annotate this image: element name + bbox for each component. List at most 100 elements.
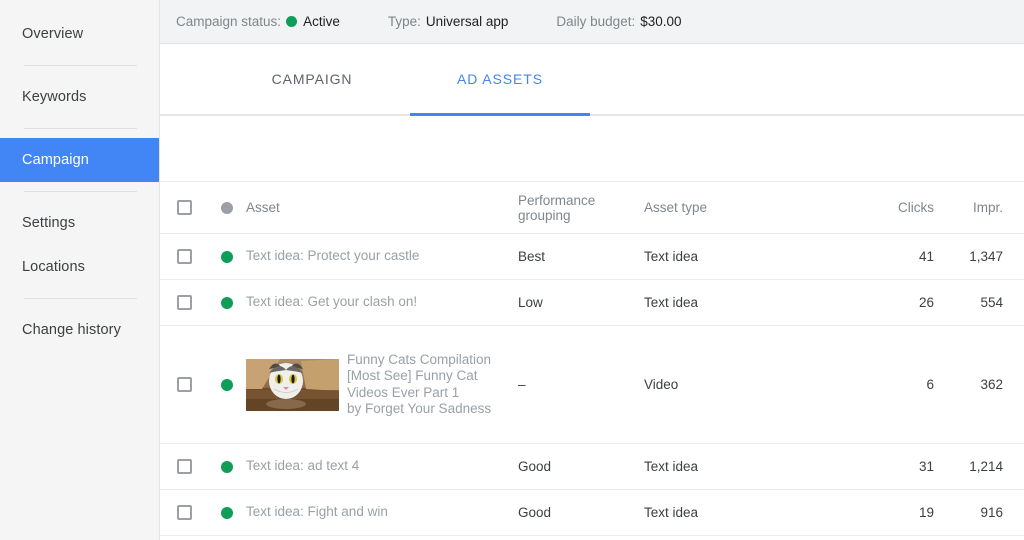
row-asset-cell: Text idea: ad text 4	[246, 458, 518, 475]
sidebar-item-label: Settings	[22, 215, 75, 231]
row-status-cell	[208, 379, 246, 391]
campaign-type-label: Type:	[388, 14, 421, 29]
header-clicks[interactable]: Clicks	[832, 200, 934, 215]
row-clicks: 41	[832, 249, 934, 264]
status-enabled-dot-icon	[221, 297, 233, 309]
status-enabled-dot-icon	[221, 461, 233, 473]
header-impressions[interactable]: Impr.	[934, 200, 1024, 215]
status-dot-icon	[221, 202, 233, 214]
row-asset-type: Text idea	[644, 295, 832, 310]
campaign-type-value: Universal app	[426, 14, 509, 29]
row-impressions: 362	[934, 377, 1024, 392]
status-enabled-dot-icon	[221, 379, 233, 391]
sidebar-item-locations[interactable]: Locations	[0, 245, 159, 289]
sidebar-item-label: Keywords	[22, 89, 86, 105]
row-asset-cell: Text idea: Fight and win	[246, 504, 518, 521]
video-thumbnail[interactable]	[246, 359, 339, 411]
sidebar-item-campaign[interactable]: Campaign	[0, 138, 159, 182]
tab-ad-assets[interactable]: AD ASSETS	[410, 44, 590, 114]
row-checkbox[interactable]	[177, 249, 192, 264]
row-performance-grouping: Good	[518, 459, 644, 474]
row-status-cell	[208, 297, 246, 309]
select-all-cell	[160, 200, 208, 215]
campaign-status-label: Campaign status:	[176, 14, 281, 29]
sidebar-divider	[24, 128, 137, 129]
row-asset-label: Text idea: Fight and win	[246, 504, 388, 521]
row-performance-grouping: Best	[518, 249, 644, 264]
row-asset-label: Funny Cats Compilation [Most See] Funny …	[347, 352, 510, 418]
sidebar-divider	[24, 65, 137, 66]
sidebar-divider	[24, 298, 137, 299]
header-status-cell	[208, 202, 246, 214]
tab-campaign-label: CAMPAIGN	[272, 71, 353, 87]
row-asset-title: Text idea: ad text 4	[246, 458, 359, 473]
row-asset-title: Text idea: Fight and win	[246, 504, 388, 519]
row-performance-grouping: Good	[518, 505, 644, 520]
header-asset-type[interactable]: Asset type	[644, 200, 832, 215]
row-asset-cell: Funny Cats Compilation [Most See] Funny …	[246, 352, 518, 418]
sidebar: Overview Keywords Campaign Settings Location…	[0, 0, 160, 540]
row-asset-label: Text idea: Get your clash on!	[246, 294, 417, 311]
row-asset-title: Funny Cats Compilation [Most See] Funny …	[347, 352, 491, 400]
row-checkbox[interactable]	[177, 377, 192, 392]
daily-budget-group: Daily budget: $30.00	[556, 14, 681, 29]
row-checkbox[interactable]	[177, 295, 192, 310]
main-content: Campaign status: Active Type: Universal …	[160, 0, 1024, 540]
table-toolbar	[160, 116, 1024, 182]
sidebar-divider	[24, 191, 137, 192]
row-asset-label: Text idea: Protect your castle	[246, 248, 419, 265]
row-checkbox[interactable]	[177, 459, 192, 474]
row-impressions: 1,214	[934, 459, 1024, 474]
sidebar-item-change-history[interactable]: Change history	[0, 308, 159, 352]
row-status-cell	[208, 507, 246, 519]
row-asset-type: Text idea	[644, 459, 832, 474]
row-asset-type: Text idea	[644, 249, 832, 264]
row-select-cell	[160, 505, 208, 520]
header-asset[interactable]: Asset	[246, 200, 518, 215]
select-all-checkbox[interactable]	[177, 200, 192, 215]
daily-budget-value: $30.00	[640, 14, 681, 29]
table-row[interactable]: Text idea: ad text 4GoodText idea311,214	[160, 444, 1024, 490]
row-asset-label: Text idea: ad text 4	[246, 458, 359, 475]
row-status-cell	[208, 251, 246, 263]
sidebar-item-keywords[interactable]: Keywords	[0, 75, 159, 119]
table-row[interactable]: Text idea: Fight and win GoodText idea199…	[160, 490, 1024, 536]
assets-table: Asset Performance grouping Asset type Cl…	[160, 182, 1024, 540]
row-performance-grouping: –	[518, 377, 644, 392]
daily-budget-label: Daily budget:	[556, 14, 635, 29]
table-row[interactable]: Funny Cats Compilation [Most See] Funny …	[160, 326, 1024, 444]
sidebar-item-label: Locations	[22, 259, 85, 275]
row-clicks: 19	[832, 505, 934, 520]
header-performance-grouping[interactable]: Performance grouping	[518, 193, 644, 223]
campaign-status-bar: Campaign status: Active Type: Universal …	[160, 0, 1024, 44]
status-enabled-dot-icon	[221, 507, 233, 519]
sidebar-item-overview[interactable]: Overview	[0, 12, 159, 56]
row-clicks: 26	[832, 295, 934, 310]
table-header-row: Asset Performance grouping Asset type Cl…	[160, 182, 1024, 234]
campaign-status-value: Active	[303, 14, 340, 29]
sidebar-item-settings[interactable]: Settings	[0, 201, 159, 245]
row-select-cell	[160, 295, 208, 310]
table-row[interactable]: Text idea: Get your clash on! LowText ide…	[160, 280, 1024, 326]
row-asset-type: Text idea	[644, 505, 832, 520]
row-performance-grouping: Low	[518, 295, 644, 310]
tab-campaign[interactable]: CAMPAIGN	[232, 44, 392, 114]
table-body: Text idea: Protect your castleBestText i…	[160, 234, 1024, 536]
header-performance-line2: grouping	[518, 208, 571, 223]
row-status-cell	[208, 461, 246, 473]
row-asset-type: Video	[644, 377, 832, 392]
tab-ad-assets-label: AD ASSETS	[457, 71, 543, 87]
row-select-cell	[160, 377, 208, 392]
campaign-status-group: Campaign status: Active	[176, 14, 340, 29]
app-root: Overview Keywords Campaign Settings Location…	[0, 0, 1024, 540]
row-asset-cell: Text idea: Protect your castle	[246, 248, 518, 265]
row-impressions: 916	[934, 505, 1024, 520]
row-impressions: 554	[934, 295, 1024, 310]
sidebar-item-label: Change history	[22, 322, 121, 338]
row-select-cell	[160, 249, 208, 264]
row-asset-cell: Text idea: Get your clash on!	[246, 294, 518, 311]
row-checkbox[interactable]	[177, 505, 192, 520]
tab-bar: CAMPAIGN AD ASSETS	[160, 44, 1024, 116]
status-active-dot	[286, 16, 297, 27]
table-row[interactable]: Text idea: Protect your castle BestText i…	[160, 234, 1024, 280]
